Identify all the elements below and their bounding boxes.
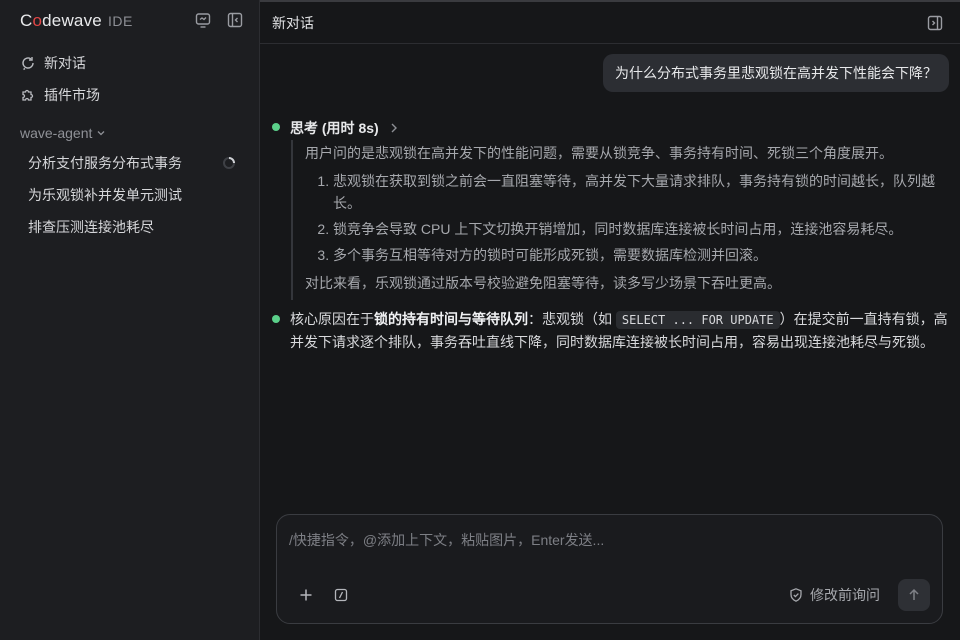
agent-group-toggle[interactable]: wave-agent [20, 122, 106, 144]
answer-status-dot [272, 315, 280, 323]
agent-group-label: wave-agent [20, 125, 93, 141]
chevron-down-icon [96, 128, 106, 138]
thinking-title: 思考 (用时 8s) [290, 120, 379, 136]
new-chat-button[interactable]: 新对话 [12, 47, 248, 79]
assistant-answer: 核心原因在于锁的持有时间与等待队列：悲观锁（如 SELECT ... FOR U… [290, 308, 950, 353]
toggle-panel-icon[interactable] [926, 14, 944, 32]
composer: 修改前询问 [276, 514, 943, 624]
plugin-market-button[interactable]: 插件市场 [12, 79, 248, 111]
ask-before-edit-label: 修改前询问 [810, 587, 880, 603]
plugin-market-label: 插件市场 [44, 87, 100, 103]
thinking-point: 锁竞争会导致 CPU 上下文切换开销增加，同时数据库连接被长时间占用，连接池容易… [333, 218, 941, 240]
collapse-sidebar-icon[interactable] [226, 11, 244, 29]
chevron-right-icon [389, 122, 399, 134]
session-label: 分析支付服务分布式事务 [28, 155, 182, 171]
chat-title: 新对话 [272, 15, 314, 31]
user-message-text: 为什么分布式事务里悲观锁在高并发下性能会下降？ [615, 65, 937, 81]
new-chat-icon [20, 55, 36, 71]
session-item[interactable]: 为乐观锁补并发单元测试 [12, 179, 248, 211]
brand-suffix: IDE [107, 13, 133, 29]
thinking-point: 多个事务互相等待对方的锁时可能形成死锁，需要数据库检测并回滚。 [333, 244, 941, 266]
answer-emphasis: 锁的持有时间与等待队列 [374, 311, 528, 327]
answer-middle: ：悲观锁（如 [528, 311, 616, 327]
command-button[interactable] [331, 585, 351, 605]
session-label: 排查压测连接池耗尽 [28, 219, 154, 235]
thinking-point: 悲观锁在获取到锁之前会一直阻塞等待，高并发下大量请求排队，事务持有锁的时间越长，… [333, 170, 941, 214]
slash-command-icon [334, 588, 348, 602]
thinking-status-dot [272, 123, 280, 131]
chat-history-icon[interactable] [194, 11, 212, 29]
add-attachment-button[interactable] [296, 585, 316, 605]
session-item[interactable]: 分析支付服务分布式事务 [12, 147, 248, 179]
answer-code: SELECT ... FOR UPDATE [615, 311, 780, 329]
session-item[interactable]: 排查压测连接池耗尽 [12, 211, 248, 243]
thinking-points: 悲观锁在获取到锁之前会一直阻塞等待，高并发下大量请求排队，事务持有锁的时间越长，… [333, 170, 941, 266]
thinking-outro: 对比来看，乐观锁通过版本号校验避免阻塞等待，读多写少场景下吞吐更高。 [305, 275, 781, 291]
new-chat-label: 新对话 [44, 55, 86, 71]
sidebar: Codewave IDE 新对话 插件市场 wave-agent 分析支付服务分… [0, 0, 260, 640]
loading-spinner-icon [222, 156, 236, 170]
user-message: 为什么分布式事务里悲观锁在高并发下性能会下降？ [603, 54, 949, 92]
session-label: 为乐观锁补并发单元测试 [28, 187, 182, 203]
plus-icon [300, 589, 312, 601]
brand-logo: Codewave IDE [20, 11, 133, 31]
arrow-up-icon [909, 588, 919, 600]
session-list: 分析支付服务分布式事务 为乐观锁补并发单元测试 排查压测连接池耗尽 [12, 147, 248, 243]
thinking-toggle[interactable]: 思考 (用时 8s) [290, 118, 399, 138]
ask-before-edit-toggle[interactable]: 修改前询问 [788, 585, 880, 605]
shield-check-icon [788, 587, 804, 603]
puzzle-icon [20, 87, 36, 103]
brand-wordmark: Codewave [20, 11, 102, 30]
chat-panel: 新对话 为什么分布式事务里悲观锁在高并发下性能会下降？ 思考 (用时 8s) 用… [260, 0, 960, 640]
send-button[interactable] [898, 579, 930, 611]
message-input[interactable] [289, 529, 929, 551]
chat-header: 新对话 [260, 2, 960, 44]
thinking-content: 用户问的是悲观锁在高并发下的性能问题，需要从锁竞争、事务持有时间、死锁三个角度展… [291, 140, 941, 300]
thinking-intro: 用户问的是悲观锁在高并发下的性能问题，需要从锁竞争、事务持有时间、死锁三个角度展… [305, 145, 893, 161]
answer-prefix: 核心原因在于 [290, 311, 374, 327]
sidebar-nav: 新对话 插件市场 [12, 47, 248, 111]
